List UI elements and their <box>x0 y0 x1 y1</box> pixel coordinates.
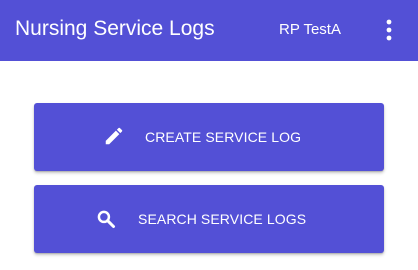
app-bar: Nursing Service Logs RP TestA <box>0 0 418 61</box>
create-service-log-label: CREATE SERVICE LOG <box>145 129 302 145</box>
user-name[interactable]: RP TestA <box>279 20 341 40</box>
more-vert-icon <box>386 19 392 41</box>
create-service-log-button[interactable]: CREATE SERVICE LOG <box>34 103 384 171</box>
search-icon <box>97 210 115 228</box>
pencil-icon <box>105 127 123 145</box>
search-service-logs-label: SEARCH SERVICE LOGS <box>138 211 307 227</box>
more-options-button[interactable] <box>377 14 401 46</box>
search-service-logs-button[interactable]: SEARCH SERVICE LOGS <box>34 185 384 253</box>
app-title: Nursing Service Logs <box>15 17 215 40</box>
